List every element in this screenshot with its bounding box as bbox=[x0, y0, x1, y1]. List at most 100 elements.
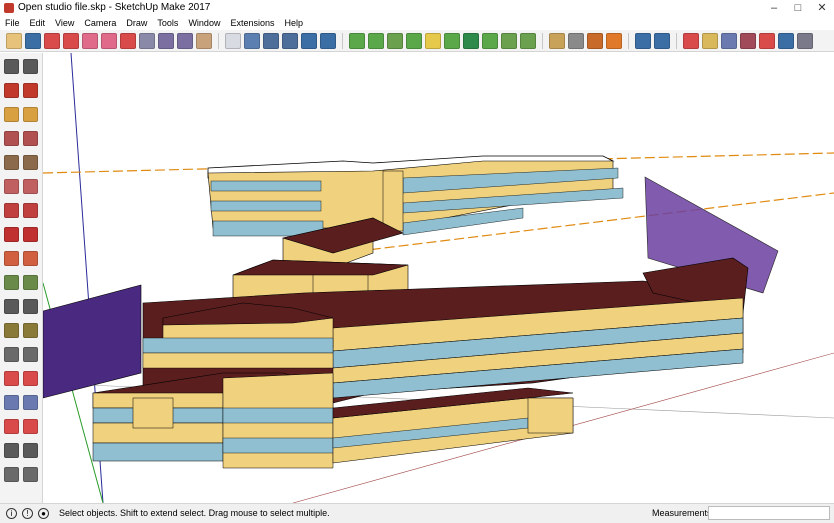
next-view-icon[interactable] bbox=[797, 32, 813, 49]
close-button[interactable]: ✕ bbox=[810, 0, 834, 16]
model-canvas[interactable] bbox=[43, 53, 834, 503]
wireframe-icon[interactable] bbox=[158, 32, 174, 49]
arc3-icon[interactable] bbox=[4, 203, 19, 218]
add-surface-icon[interactable] bbox=[387, 32, 403, 49]
menu-window[interactable]: Window bbox=[183, 16, 225, 30]
back-view-icon[interactable] bbox=[101, 32, 117, 49]
protractor-icon[interactable] bbox=[4, 323, 19, 338]
rotate-icon[interactable] bbox=[4, 251, 19, 266]
maximize-button[interactable]: □ bbox=[786, 0, 810, 16]
grid-icon[interactable] bbox=[520, 32, 536, 49]
shaded-icon[interactable] bbox=[196, 32, 212, 49]
offset-icon[interactable] bbox=[23, 275, 38, 290]
help-icon[interactable] bbox=[654, 32, 670, 49]
default-tray-icon[interactable] bbox=[6, 32, 22, 49]
orbit-icon[interactable] bbox=[683, 32, 699, 49]
menu-draw[interactable]: Draw bbox=[121, 16, 152, 30]
circle-icon[interactable] bbox=[4, 155, 19, 170]
zoom-extents-icon[interactable] bbox=[759, 32, 775, 49]
measurements-input[interactable] bbox=[708, 506, 830, 520]
save-icon[interactable] bbox=[263, 32, 279, 49]
eraser2-icon[interactable] bbox=[23, 83, 38, 98]
new-model-icon[interactable] bbox=[225, 32, 241, 49]
pie-icon[interactable] bbox=[23, 203, 38, 218]
hidden-line-icon[interactable] bbox=[177, 32, 193, 49]
arc2-icon[interactable] bbox=[23, 179, 38, 194]
text-icon[interactable] bbox=[23, 323, 38, 338]
zoom-window-icon[interactable] bbox=[740, 32, 756, 49]
orbit-tool-icon[interactable] bbox=[4, 371, 19, 386]
arc-icon[interactable] bbox=[4, 179, 19, 194]
toolbar-separator bbox=[676, 32, 677, 49]
right-view-icon[interactable] bbox=[82, 32, 98, 49]
look-around-icon[interactable] bbox=[23, 443, 38, 458]
section-plane-icon[interactable] bbox=[23, 467, 38, 482]
paint-bucket-icon[interactable] bbox=[4, 83, 19, 98]
add-space-icon[interactable] bbox=[349, 32, 365, 49]
polygon-icon[interactable] bbox=[23, 155, 38, 170]
add-zone-icon[interactable] bbox=[368, 32, 384, 49]
top-view-icon[interactable] bbox=[44, 32, 60, 49]
menu-help[interactable]: Help bbox=[279, 16, 308, 30]
iso-view-icon[interactable] bbox=[25, 32, 41, 49]
scale-icon[interactable] bbox=[4, 275, 19, 290]
tape-measure-icon[interactable] bbox=[4, 299, 19, 314]
warning-icon[interactable] bbox=[606, 32, 622, 49]
zoom-extents-tool-icon[interactable] bbox=[4, 419, 19, 434]
surface-match-icon[interactable] bbox=[501, 32, 517, 49]
axes-icon[interactable] bbox=[4, 347, 19, 362]
run-icon[interactable] bbox=[463, 32, 479, 49]
menu-view[interactable]: View bbox=[50, 16, 79, 30]
dimension-icon[interactable] bbox=[23, 299, 38, 314]
previous-tool-icon[interactable] bbox=[23, 419, 38, 434]
follow-me-icon[interactable] bbox=[23, 251, 38, 266]
credits-icon[interactable]: ! bbox=[22, 508, 33, 519]
info-icon[interactable] bbox=[635, 32, 651, 49]
user-icon[interactable]: ● bbox=[38, 508, 49, 519]
window-title: Open studio file.skp - SketchUp Make 201… bbox=[18, 2, 211, 13]
flag-icon[interactable] bbox=[587, 32, 603, 49]
freehand-icon[interactable] bbox=[23, 107, 38, 122]
rectangle-icon[interactable] bbox=[4, 131, 19, 146]
inspect-icon[interactable] bbox=[568, 32, 584, 49]
pan-icon[interactable] bbox=[702, 32, 718, 49]
zoom-window-tool-icon[interactable] bbox=[23, 395, 38, 410]
walk-icon[interactable] bbox=[4, 467, 19, 482]
search-icon[interactable] bbox=[549, 32, 565, 49]
menu-extensions[interactable]: Extensions bbox=[225, 16, 279, 30]
light-icon[interactable] bbox=[425, 32, 441, 49]
xray-icon[interactable] bbox=[139, 32, 155, 49]
line-icon[interactable] bbox=[4, 107, 19, 122]
color-icon[interactable] bbox=[444, 32, 460, 49]
status-message: Select objects. Shift to extend select. … bbox=[59, 508, 330, 518]
select-arrow-icon[interactable] bbox=[4, 59, 19, 74]
lower-building[interactable] bbox=[92, 257, 749, 469]
match-icon[interactable] bbox=[482, 32, 498, 49]
left-view-icon[interactable] bbox=[120, 32, 136, 49]
geo-location-icon[interactable]: i bbox=[6, 508, 17, 519]
minimize-button[interactable]: – bbox=[762, 0, 786, 16]
prev-view-icon[interactable] bbox=[778, 32, 794, 49]
upper-building[interactable] bbox=[207, 155, 624, 237]
pan-tool-icon[interactable] bbox=[23, 371, 38, 386]
front-view-icon[interactable] bbox=[63, 32, 79, 49]
zoom-tool-icon[interactable] bbox=[4, 395, 19, 410]
shade-panel-left[interactable] bbox=[43, 284, 142, 399]
idf-icon[interactable] bbox=[301, 32, 317, 49]
3d-text-icon[interactable] bbox=[23, 347, 38, 362]
model-viewport[interactable] bbox=[43, 53, 834, 503]
push-pull-icon[interactable] bbox=[23, 227, 38, 242]
menu-camera[interactable]: Camera bbox=[79, 16, 121, 30]
menu-tools[interactable]: Tools bbox=[152, 16, 183, 30]
move-icon[interactable] bbox=[4, 227, 19, 242]
rotated-rect-icon[interactable] bbox=[23, 131, 38, 146]
zoom-icon[interactable] bbox=[721, 32, 737, 49]
menu-edit[interactable]: Edit bbox=[25, 16, 51, 30]
add-group-icon[interactable] bbox=[406, 32, 422, 49]
export-icon[interactable] bbox=[320, 32, 336, 49]
menu-file[interactable]: File bbox=[0, 16, 25, 30]
import-icon[interactable] bbox=[244, 32, 260, 49]
position-camera-icon[interactable] bbox=[4, 443, 19, 458]
open-icon[interactable] bbox=[282, 32, 298, 49]
eraser-icon[interactable] bbox=[23, 59, 38, 74]
